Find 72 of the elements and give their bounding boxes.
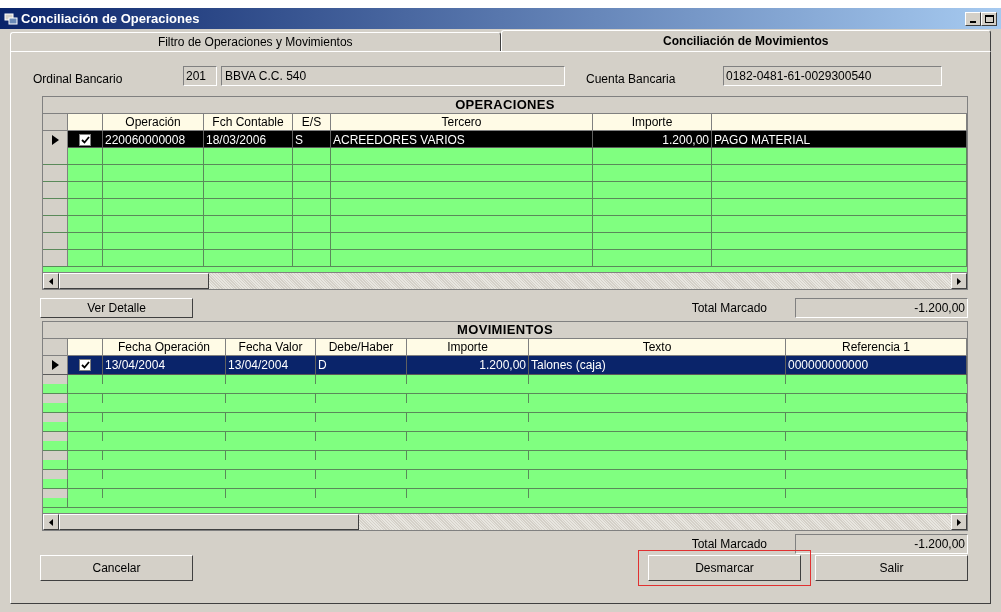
grid-title: MOVIMIENTOS — [43, 322, 967, 339]
total-label: Total Marcado — [691, 536, 767, 553]
scroll-right-button[interactable] — [951, 273, 967, 289]
row-header[interactable] — [43, 356, 68, 374]
maximize-icon — [984, 14, 994, 23]
column-header[interactable]: Fch Contable — [204, 114, 293, 130]
total-field: -1.200,00 — [795, 298, 968, 318]
ordinal-name-field[interactable]: BBVA C.C. 540 — [221, 66, 565, 86]
horizontal-scrollbar[interactable] — [43, 272, 967, 289]
grid-row[interactable]: 13/04/2004 13/04/2004 D 1.200,00 Talones (caja) 000000000000 — [43, 356, 967, 375]
column-header[interactable]: Fecha Valor — [226, 339, 316, 355]
checkbox[interactable] — [79, 134, 91, 146]
empty-row[interactable] — [43, 250, 967, 267]
grid-row[interactable]: 220060000008 18/03/2006 S ACREEDORES VARIOS 1.200,00 PAGO MATERIAL — [43, 131, 967, 148]
checkbox[interactable] — [79, 359, 91, 371]
row-pointer-icon — [51, 135, 59, 145]
column-header[interactable]: Tercero — [331, 114, 593, 130]
table-cell: Talones (caja) — [529, 356, 786, 374]
field-label: Cuenta Bancaria — [586, 71, 677, 88]
table-cell: D — [316, 356, 407, 374]
empty-row[interactable] — [43, 413, 967, 432]
table-cell: 000000000000 — [786, 356, 967, 374]
empty-row[interactable] — [43, 451, 967, 470]
maximize-button[interactable] — [981, 11, 997, 26]
action-button[interactable]: Salir — [815, 555, 968, 581]
ordinal-code-field[interactable]: 201 — [183, 66, 217, 86]
table-cell: 1.200,00 — [407, 356, 529, 374]
window-icon — [4, 11, 18, 26]
scroll-left-button[interactable] — [43, 514, 59, 530]
horizontal-scrollbar[interactable] — [43, 513, 967, 530]
empty-row[interactable] — [43, 199, 967, 216]
column-header[interactable]: E/S — [293, 114, 331, 130]
right-arrow-icon — [957, 277, 961, 285]
ver-detalle-button[interactable]: Ver Detalle — [40, 298, 193, 318]
empty-row[interactable] — [43, 432, 967, 451]
column-header[interactable]: Importe — [407, 339, 529, 355]
scroll-thumb[interactable] — [59, 514, 359, 530]
empty-row[interactable] — [43, 165, 967, 182]
scroll-thumb[interactable] — [59, 273, 209, 289]
tab[interactable]: Filtro de Operaciones y Movimientos — [10, 32, 501, 51]
empty-row[interactable] — [43, 216, 967, 233]
column-header[interactable]: Debe/Haber — [316, 339, 407, 355]
row-header[interactable] — [43, 131, 68, 149]
field-label: Ordinal Bancario — [33, 71, 124, 88]
total-field: -1.200,00 — [795, 534, 968, 554]
left-arrow-icon — [49, 518, 53, 526]
empty-row[interactable] — [43, 182, 967, 199]
cuenta-field[interactable]: 0182-0481-61-0029300540 — [723, 66, 942, 86]
action-button[interactable]: Cancelar — [40, 555, 193, 581]
column-header[interactable]: Operación — [103, 114, 204, 130]
right-arrow-icon — [957, 518, 961, 526]
empty-row[interactable] — [43, 489, 967, 508]
row-pointer-icon — [51, 360, 59, 370]
empty-row[interactable] — [43, 470, 967, 489]
total-label: Total Marcado — [691, 300, 767, 317]
column-header[interactable]: Referencia 1 — [786, 339, 967, 355]
minimize-button[interactable] — [965, 11, 981, 26]
empty-row[interactable] — [43, 233, 967, 250]
left-arrow-icon — [49, 277, 53, 285]
column-header[interactable]: Importe — [593, 114, 712, 130]
scroll-right-button[interactable] — [951, 514, 967, 530]
scroll-left-button[interactable] — [43, 273, 59, 289]
grid-title: OPERACIONES — [43, 97, 967, 114]
column-header[interactable]: Fecha Operación — [103, 339, 226, 355]
empty-row[interactable] — [43, 394, 967, 413]
window-title: Conciliación de Operaciones — [21, 9, 201, 28]
minimize-icon — [970, 20, 976, 23]
column-header[interactable]: Texto — [529, 339, 786, 355]
tab[interactable]: Conciliación de Movimientos — [500, 30, 991, 51]
action-button[interactable]: Desmarcar — [648, 555, 801, 581]
table-cell: 13/04/2004 — [103, 356, 226, 374]
table-cell: 13/04/2004 — [226, 356, 316, 374]
